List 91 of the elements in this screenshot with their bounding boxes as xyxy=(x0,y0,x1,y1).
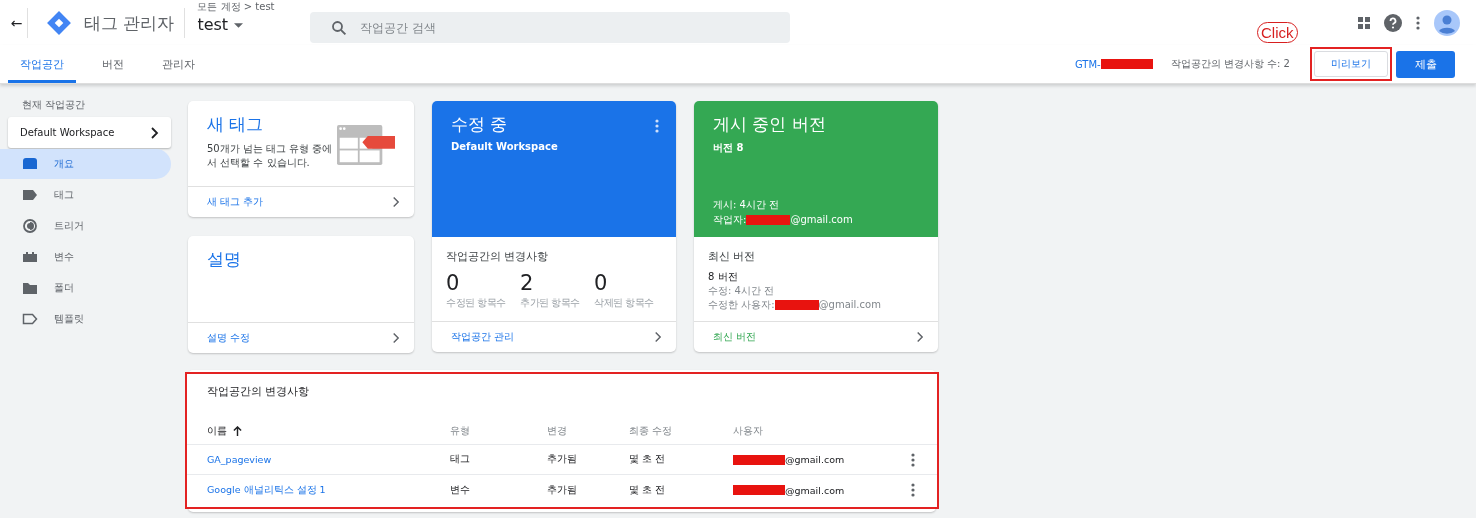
redaction-bar xyxy=(733,485,785,495)
item-link[interactable]: Google 애널리틱스 설정 1 xyxy=(187,483,430,497)
apps-icon xyxy=(1358,16,1370,29)
submit-button[interactable]: 제출 xyxy=(1396,50,1455,78)
redaction-bar xyxy=(1100,59,1153,69)
caret-icon xyxy=(234,22,244,28)
chevron-icon xyxy=(391,332,400,344)
card-icon xyxy=(22,157,38,171)
version-number: 8 버전 xyxy=(708,270,739,284)
column-header[interactable]: 사용자 xyxy=(713,423,893,438)
modifier-label: 수정한 사용자: xyxy=(708,298,775,312)
author-label: 작업자: xyxy=(713,213,747,227)
stat-label: 삭제된 항목수 xyxy=(594,296,655,310)
chevron-icon xyxy=(915,331,924,343)
item-link[interactable]: GA_pageview xyxy=(187,454,430,465)
table-cell-text: 몇 초 전 xyxy=(628,483,667,497)
more-icon xyxy=(655,119,659,133)
sort-arrow-icon xyxy=(233,425,242,436)
card-link[interactable]: 새 태그 추가 xyxy=(188,186,414,217)
search-field[interactable]: 작업공간 검색 xyxy=(310,12,791,43)
click-annotation: Click xyxy=(1257,22,1298,43)
stat-value: 0 xyxy=(446,270,461,296)
more-icon xyxy=(911,483,915,497)
back-button[interactable]: ← xyxy=(6,7,28,38)
card-link[interactable]: 설명 수정 xyxy=(188,322,414,353)
modified-time: 수정: 4시간 전 xyxy=(708,284,776,298)
tab[interactable]: 관리자 xyxy=(150,45,207,83)
card-link[interactable]: 작업공간 관리 xyxy=(432,321,676,352)
card-title: 게시 중인 버전 xyxy=(713,113,827,136)
help-icon xyxy=(1384,13,1402,32)
user-email: @gmail.com xyxy=(785,454,845,465)
card-title: 수정 중 xyxy=(451,113,508,136)
table-cell-text: 추가됨 xyxy=(546,483,578,497)
stat-label: 수정된 항목수 xyxy=(446,296,507,310)
circle-icon xyxy=(22,219,38,233)
container-selector[interactable]: test xyxy=(197,15,308,35)
tag-icon xyxy=(22,188,38,202)
user-email: @gmail.com xyxy=(785,484,845,496)
table-cell-text: 추가됨 xyxy=(546,453,578,466)
tag-outline-icon xyxy=(22,312,38,326)
workspace-selector[interactable]: Default Workspace xyxy=(8,117,171,148)
logo-icon xyxy=(46,9,72,36)
redaction-bar xyxy=(774,300,819,310)
column-header[interactable]: 이름 xyxy=(187,423,430,438)
more-icon xyxy=(1416,15,1420,30)
folder-icon xyxy=(22,281,38,295)
redaction-bar xyxy=(733,454,785,465)
card-title: 새 태그 xyxy=(207,113,265,136)
author-email: @gmail.com xyxy=(790,213,853,227)
nav-item[interactable]: 개요 xyxy=(0,149,171,179)
stat-value: 2 xyxy=(520,270,535,296)
tag-illustration-icon xyxy=(337,123,395,167)
publish-time: 게시: 4시간 전 xyxy=(713,198,781,212)
nav-item[interactable]: 태그 xyxy=(0,180,171,210)
container-id: GTM- xyxy=(1074,58,1101,70)
nav-item[interactable]: 템플릿 xyxy=(0,304,171,334)
preview-button[interactable]: 미리보기 xyxy=(1314,51,1388,77)
table-title: 작업공간의 변경사항 xyxy=(206,384,311,400)
nav-item[interactable]: 변수 xyxy=(0,242,171,272)
column-header[interactable]: 최종 수정 xyxy=(609,423,713,438)
app-title: 태그 관리자 xyxy=(84,7,186,38)
breadcrumb[interactable]: 모든 계정 > test xyxy=(197,1,308,13)
table-cell-text: 변수 xyxy=(449,483,471,497)
chevron-icon xyxy=(391,196,400,208)
redaction-bar xyxy=(746,214,791,225)
stat-label: 추가된 항목수 xyxy=(520,296,581,310)
card-subtitle: Default Workspace xyxy=(451,141,559,152)
blocks-icon xyxy=(22,250,38,264)
section-title: 최신 버전 xyxy=(708,249,757,264)
card-link[interactable]: 최신 버전 xyxy=(694,321,938,352)
chevron-icon xyxy=(653,331,662,343)
tab[interactable]: 버전 xyxy=(90,45,136,83)
table-cell-text: 몇 초 전 xyxy=(628,453,667,466)
column-header[interactable]: 유형 xyxy=(430,423,527,438)
avatar-icon xyxy=(1434,9,1460,36)
section-title: 작업공간의 변경사항 xyxy=(446,249,550,264)
workspace-label: 현재 작업공간 xyxy=(21,98,87,112)
nav-item[interactable]: 트리거 xyxy=(0,211,171,241)
table-cell-text: 태그 xyxy=(449,453,471,466)
search-icon xyxy=(330,19,349,37)
column-header[interactable]: 변경 xyxy=(527,423,609,438)
workspace-name: Default Workspace xyxy=(20,127,115,138)
card-description: 50개가 넘는 태그 유형 중에서 선택할 수 있습니다. xyxy=(207,142,334,170)
card-subtitle: 버전 8 xyxy=(713,141,745,155)
changes-count: 작업공간의 변경사항 수: 2 xyxy=(1170,57,1290,71)
modifier-email: @gmail.com xyxy=(818,298,881,312)
nav-item[interactable]: 폴더 xyxy=(0,273,171,303)
stat-value: 0 xyxy=(594,270,609,296)
chevron-icon xyxy=(149,126,159,139)
more-icon xyxy=(911,452,915,467)
card-title: 설명 xyxy=(207,248,242,271)
